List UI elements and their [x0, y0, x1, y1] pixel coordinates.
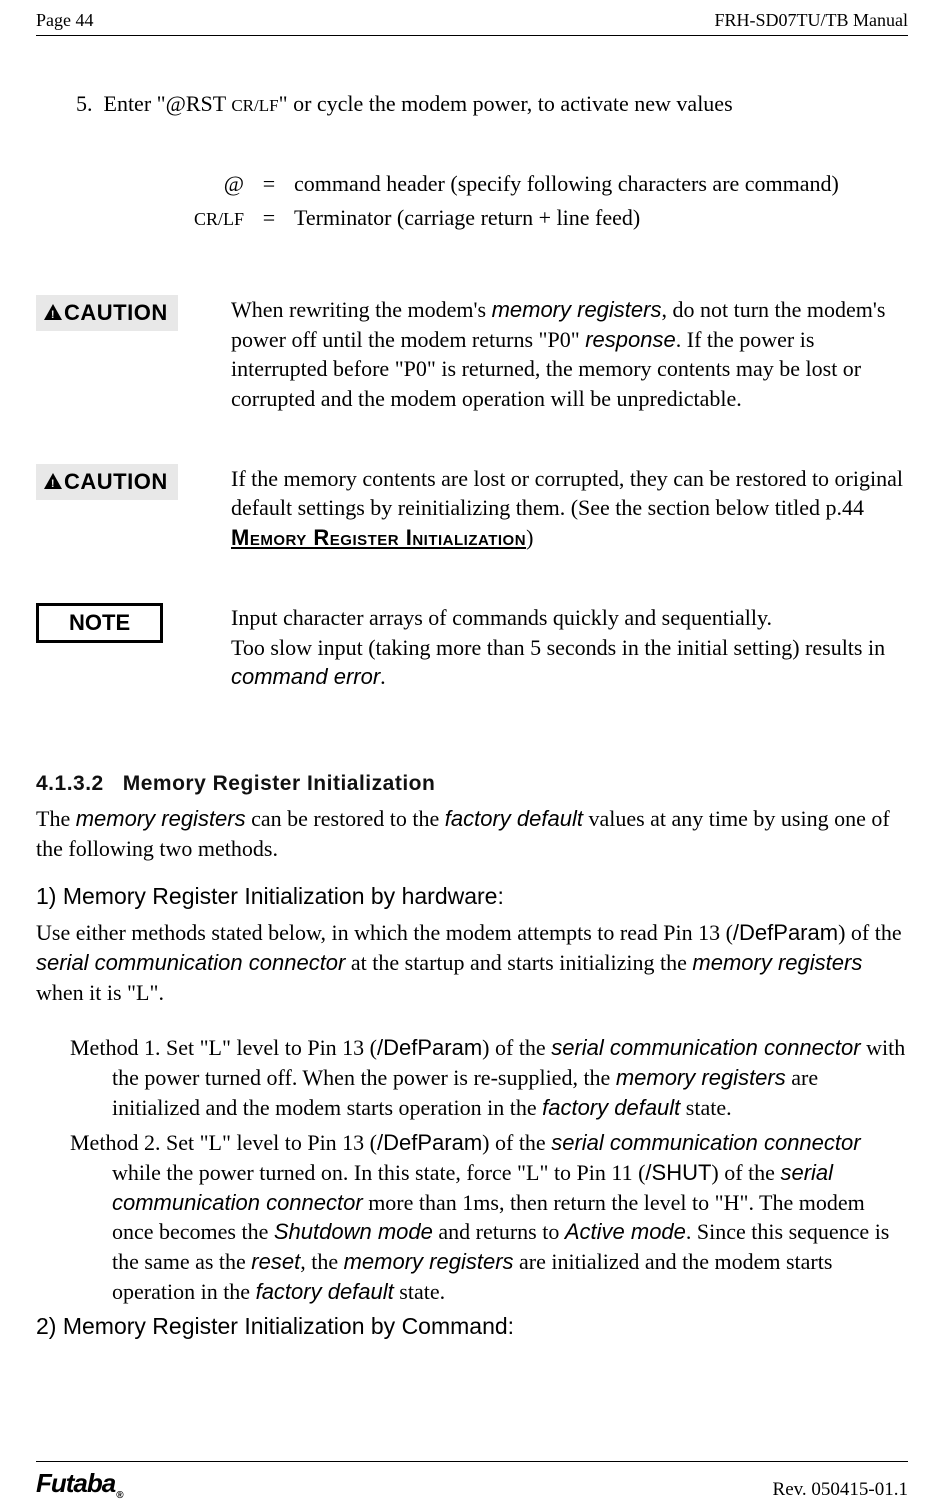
c2-link: Memory Register Initialization [231, 525, 526, 550]
command-definitions: @ = command header (specify following ch… [36, 167, 847, 235]
section-title: Memory Register Initialization [123, 772, 436, 795]
svg-text:!: ! [51, 309, 55, 320]
cmd-at-key: @ [224, 171, 244, 196]
m2-a: Set "L" level to Pin 13 ( [166, 1130, 377, 1155]
caution-badge: ! CAUTION [36, 295, 178, 331]
step5-text-a: Enter " [104, 91, 166, 116]
m2-b: /DefParam [377, 1130, 482, 1155]
note-line2b: command error [231, 664, 380, 689]
subheading-1: 1) Memory Register Initialization by har… [36, 883, 908, 910]
warning-icon: ! [44, 469, 62, 495]
m2-f: /SHUT [645, 1160, 711, 1185]
note-line1: Input character arrays of commands quick… [231, 605, 772, 630]
cmd-at-val: command header (specify following charac… [286, 167, 847, 201]
step5-text-b: " or cycle the modem power, to activate … [279, 91, 733, 116]
intro-c: can be restored to the [246, 806, 445, 831]
s1-b: /DefParam [733, 920, 838, 945]
methods: Method 1. Set "L" level to Pin 13 (/DefP… [70, 1033, 908, 1306]
intro-d: factory default [445, 806, 583, 831]
cmd-at-eq: = [252, 167, 286, 201]
m2-l: Active mode [565, 1219, 686, 1244]
m1-d: serial communication connector [551, 1035, 860, 1060]
c1-t4: response [585, 327, 676, 352]
method-2: Method 2. Set "L" level to Pin 13 (/DefP… [70, 1128, 908, 1306]
caution-badge: ! CAUTION [36, 464, 178, 500]
section-intro: The memory registers can be restored to … [36, 804, 908, 863]
doc-title: FRH-SD07TU/TB Manual [715, 10, 909, 31]
s1-g: when it is "L". [36, 980, 164, 1005]
c1-t2: memory registers [492, 297, 662, 322]
cmd-crlf-key: CR/LF [194, 209, 244, 229]
cmd-crlf-eq: = [252, 201, 286, 235]
m2-j: Shutdown mode [274, 1219, 433, 1244]
intro-a: The [36, 806, 76, 831]
subheading-2: 2) Memory Register Initialization by Com… [36, 1313, 908, 1340]
m2-label: Method 2. [70, 1130, 166, 1155]
s1-d: serial communication connector [36, 950, 345, 975]
warning-icon: ! [44, 300, 62, 326]
note-line2c: . [380, 664, 386, 689]
m2-o: , the [300, 1249, 343, 1274]
m1-h: factory default [542, 1095, 680, 1120]
section-heading: 4.1.3.2 Memory Register Initialization [36, 772, 908, 796]
m1-b: /DefParam [377, 1035, 482, 1060]
m2-d: serial communication connector [551, 1130, 860, 1155]
m2-k: and returns to [433, 1219, 565, 1244]
note-line2a: Too slow input (taking more than 5 secon… [231, 635, 885, 660]
revision: Rev. 050415-01.1 [773, 1479, 908, 1501]
s1-e: at the startup and starts initializing t… [345, 950, 692, 975]
caution-2: ! CAUTION If the memory contents are los… [36, 464, 908, 553]
m2-c: ) of the [482, 1130, 551, 1155]
step-number: 5. [76, 91, 93, 116]
footer: Futaba® Rev. 050415-01.1 [36, 1461, 908, 1507]
c1-t1: When rewriting the modem's [231, 297, 492, 322]
top-rule [36, 35, 908, 36]
note-badge: NOTE [36, 603, 163, 643]
c2-t2: ) [526, 525, 533, 550]
m1-f: memory registers [616, 1065, 786, 1090]
step5-rst: @RST [166, 91, 232, 116]
page-number-label: Page 44 [36, 10, 94, 31]
m1-a: Set "L" level to Pin 13 ( [166, 1035, 377, 1060]
c2-t1: If the memory contents are lost or corru… [231, 466, 903, 521]
m1-c: ) of the [482, 1035, 551, 1060]
m2-n: reset [251, 1249, 300, 1274]
note-block: NOTE Input character arrays of commands … [36, 603, 908, 692]
m2-s: state. [394, 1279, 445, 1304]
s1-f: memory registers [692, 950, 862, 975]
brand-name: Futaba [36, 1468, 115, 1498]
m2-r: factory default [256, 1279, 394, 1304]
step5-crlf: CR/LF [231, 96, 278, 115]
s1-a: Use either methods stated below, in whic… [36, 920, 733, 945]
m2-p: memory registers [344, 1249, 514, 1274]
registered-mark: ® [116, 1490, 122, 1501]
svg-text:!: ! [51, 478, 55, 489]
s1-c: ) of the [838, 920, 902, 945]
note-label: NOTE [69, 610, 130, 635]
section-number: 4.1.3.2 [36, 772, 104, 795]
caution-label: CAUTION [64, 300, 168, 325]
sub1-paragraph: Use either methods stated below, in whic… [36, 918, 908, 1007]
intro-b: memory registers [76, 806, 246, 831]
caution-1: ! CAUTION When rewriting the modem's mem… [36, 295, 908, 414]
caution-label: CAUTION [64, 469, 168, 494]
m2-e: while the power turned on. In this state… [112, 1160, 645, 1185]
cmd-crlf-val: Terminator (carriage return + line feed) [286, 201, 847, 235]
step-5: 5. Enter "@RST CR/LF" or cycle the modem… [76, 91, 908, 117]
method-1: Method 1. Set "L" level to Pin 13 (/DefP… [70, 1033, 908, 1122]
brand-logo: Futaba® [36, 1468, 123, 1501]
m1-label: Method 1. [70, 1035, 166, 1060]
m1-i: state. [680, 1095, 731, 1120]
m2-g: ) of the [711, 1160, 780, 1185]
